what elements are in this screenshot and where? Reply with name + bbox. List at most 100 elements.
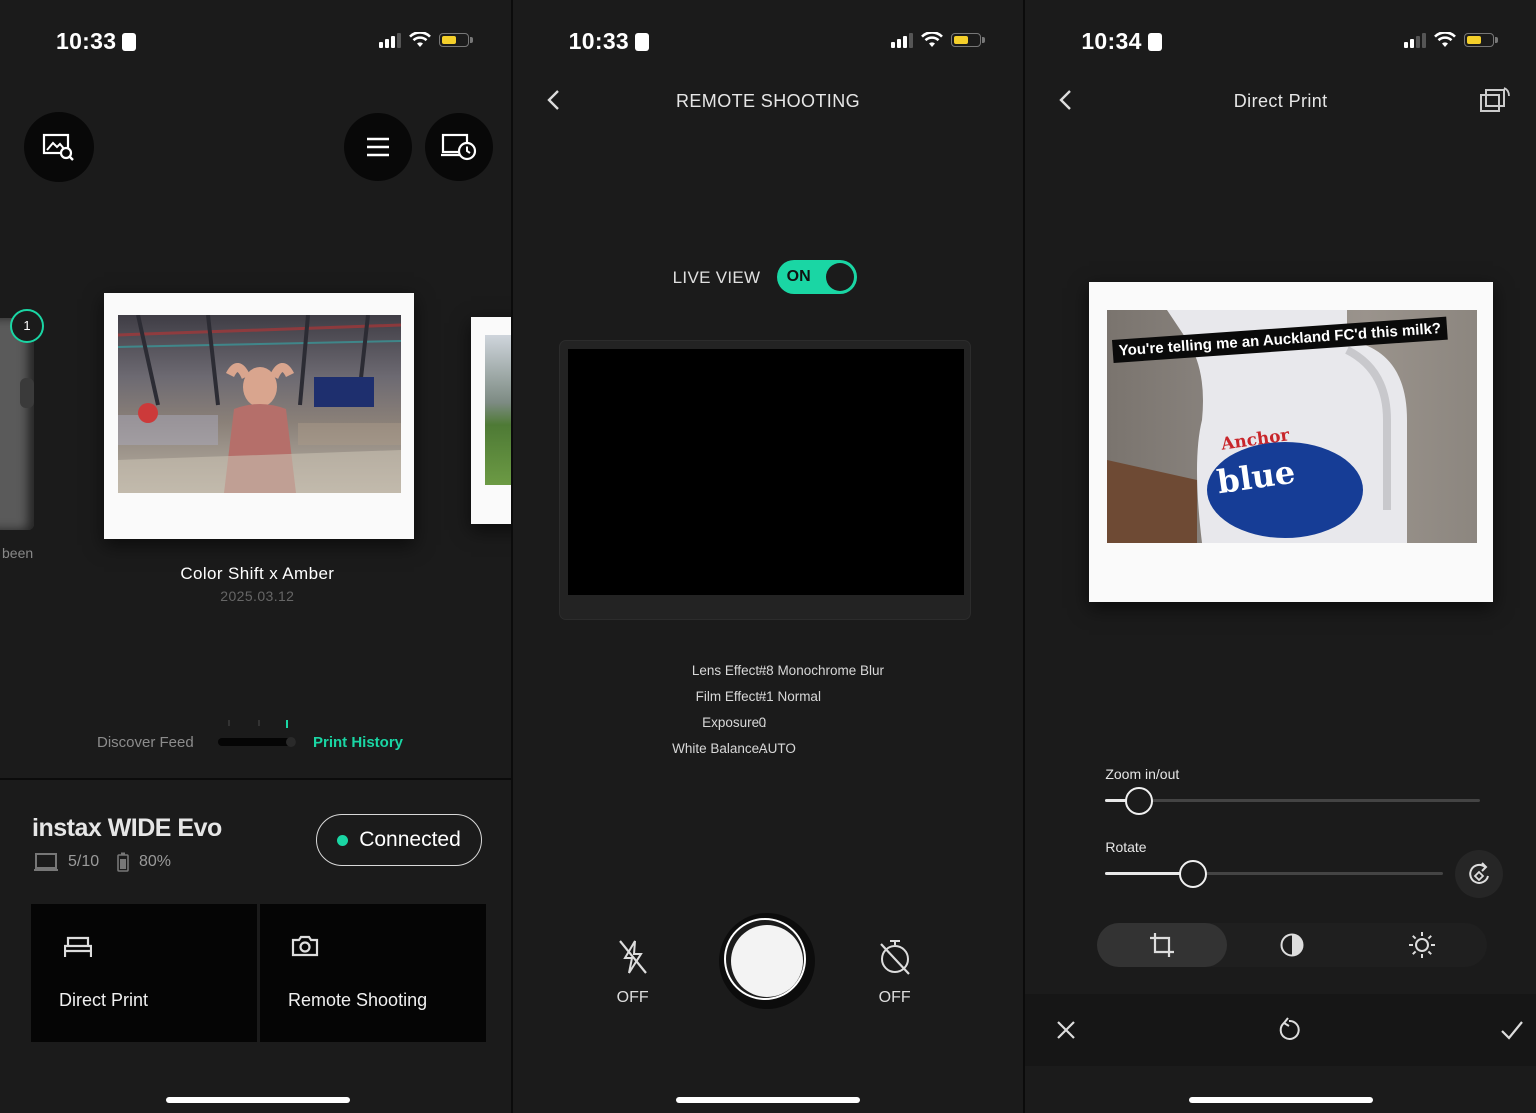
photo-scene <box>118 315 401 493</box>
battery-icon <box>951 33 986 47</box>
white-balance-value: AUTO <box>758 741 796 756</box>
remote-shooting-label: Remote Shooting <box>288 990 428 1010</box>
shutter-button[interactable] <box>718 913 815 1009</box>
device-history-button[interactable] <box>425 113 493 181</box>
flash-label: OFF <box>616 989 649 1006</box>
rotate-slider-thumb[interactable] <box>1179 860 1208 888</box>
exposure-value: 0 <box>758 715 767 730</box>
signal-icon <box>891 32 914 48</box>
photo-title: Color Shift x Amber <box>180 564 335 583</box>
reset-icon[interactable] <box>1276 1017 1302 1043</box>
battery-pct-text: 80% <box>139 853 172 870</box>
connected-status-text: Connected <box>359 828 461 851</box>
brightness-tool-tab[interactable] <box>1357 923 1487 967</box>
carousel-badge: 1 <box>10 309 44 343</box>
status-time-text: 10:34 <box>1081 28 1142 54</box>
connected-status-button[interactable]: Connected <box>316 814 482 866</box>
live-view-label: LIVE VIEW <box>672 268 761 287</box>
status-icons <box>891 32 986 48</box>
timer-button[interactable]: OFF <box>871 938 919 1008</box>
status-time: 10:34 <box>1081 28 1162 55</box>
device-history-icon <box>441 133 477 161</box>
home-screen: 10:33 1 been Color Shift x Amber 2025.03… <box>0 0 511 1113</box>
direct-print-label: Direct Print <box>59 990 149 1010</box>
discover-feed-tab[interactable]: Discover Feed <box>97 734 194 751</box>
print-preview-card[interactable]: Anchor blue You're telling me an Aucklan… <box>1089 282 1494 602</box>
peek-device-card[interactable] <box>0 318 34 530</box>
flash-button[interactable]: OFF <box>609 938 657 1008</box>
lens-effect-key: Lens Effect : <box>691 663 767 678</box>
status-dot <box>337 834 349 846</box>
feed-switch[interactable] <box>218 720 296 747</box>
image-search-icon <box>42 133 74 161</box>
confirm-icon[interactable] <box>1500 1019 1524 1041</box>
direct-print-button[interactable]: Direct Print <box>31 904 257 1042</box>
home-indicator <box>1188 1097 1373 1103</box>
status-time: 10:33 <box>56 28 137 55</box>
brightness-icon <box>1409 932 1436 958</box>
flash-off-icon <box>618 940 647 974</box>
status-bar: 10:33 <box>0 26 511 58</box>
menu-button[interactable] <box>344 113 412 181</box>
zoom-label: Zoom in/out <box>1105 766 1180 782</box>
status-time: 10:33 <box>569 28 649 55</box>
bottom-action-bar <box>1025 994 1536 1066</box>
device-battery-icon <box>117 852 129 872</box>
zoom-slider[interactable] <box>1105 787 1481 815</box>
print-history-tab[interactable]: Print History <box>313 734 403 751</box>
crop-icon <box>1150 933 1175 957</box>
signal-icon <box>378 32 401 48</box>
crop-tool-tab[interactable] <box>1097 923 1228 967</box>
signal-icon <box>1404 32 1427 48</box>
status-time-text: 10:33 <box>568 28 629 54</box>
photo-card[interactable] <box>104 293 414 539</box>
screen-title: REMOTE SHOOTING <box>676 91 861 111</box>
white-balance-key: White Balance : <box>672 741 767 756</box>
id-icon <box>122 33 137 51</box>
home-indicator <box>166 1097 350 1103</box>
home-indicator <box>676 1097 860 1103</box>
next-photo-card[interactable] <box>471 317 511 524</box>
status-icons <box>1404 32 1499 48</box>
film-count: 5/10 <box>34 852 99 872</box>
next-photo-image <box>485 335 511 485</box>
photo-date: 2025.03.12 <box>220 588 295 604</box>
rotate-slider[interactable] <box>1105 860 1444 888</box>
id-icon <box>1147 33 1162 51</box>
timer-off-icon <box>879 940 910 975</box>
screen-title: Direct Print <box>1233 91 1328 111</box>
rotate-90-button[interactable] <box>1455 850 1504 898</box>
film-icon <box>34 853 58 871</box>
device-name: instax WIDE Evo <box>32 814 222 842</box>
id-icon <box>635 33 649 51</box>
remote-shooting-button[interactable]: Remote Shooting <box>260 904 486 1042</box>
divider <box>0 778 511 780</box>
carousel-badge-text: 1 <box>23 318 31 333</box>
print-preview-image: Anchor blue You're telling me an Aucklan… <box>1107 310 1478 543</box>
rotate-90-icon <box>1469 862 1490 884</box>
wifi-icon <box>921 32 944 47</box>
film-effect-value: #1 Normal <box>758 689 821 704</box>
camera-icon <box>291 935 319 957</box>
status-bar: 10:34 <box>1025 26 1536 58</box>
remote-shooting-screen: 10:33 REMOTE SHOOTING LIVE VIEW ON Lens … <box>510 0 1024 1113</box>
timer-label: OFF <box>878 989 911 1006</box>
contrast-tool-tab[interactable] <box>1227 923 1357 967</box>
orientation-icon[interactable] <box>1479 86 1511 116</box>
contrast-icon <box>1280 933 1304 957</box>
close-icon[interactable] <box>1055 1019 1077 1041</box>
live-view-preview <box>567 349 964 595</box>
wifi-icon <box>408 32 431 47</box>
film-effect-key: Film Effect : <box>695 689 767 704</box>
film-count-text: 5/10 <box>68 853 100 870</box>
live-view-frame <box>559 341 970 619</box>
lens-effect-value: #8 Monochrome Blur <box>758 663 884 678</box>
image-search-button[interactable] <box>24 112 94 182</box>
status-icons <box>378 32 473 48</box>
toggle-knob <box>825 263 854 291</box>
zoom-slider-thumb[interactable] <box>1125 787 1154 815</box>
live-view-toggle-text: ON <box>786 268 811 285</box>
menu-icon <box>367 137 389 157</box>
live-view-toggle[interactable]: ON <box>776 260 857 294</box>
feed-switch-knob <box>286 737 296 747</box>
